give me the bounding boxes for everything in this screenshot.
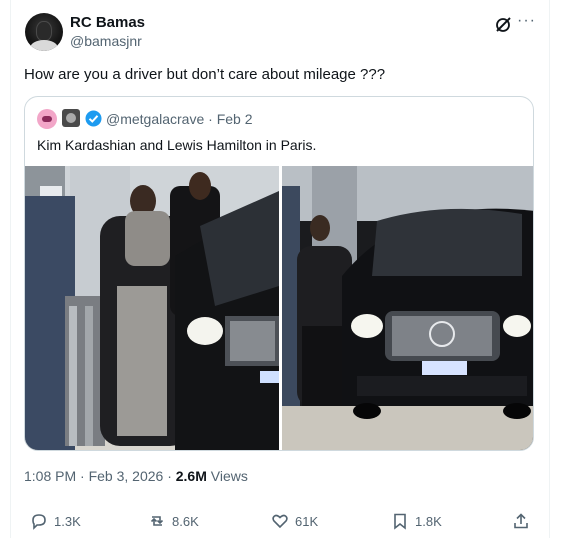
views-label: Views — [206, 468, 248, 484]
avatar-face — [36, 21, 52, 41]
bookmark-count: 1.8K — [415, 513, 442, 529]
more-icon[interactable]: ··· — [517, 12, 536, 30]
repost-button[interactable]: 8.6K — [148, 512, 199, 530]
bookmark-icon — [394, 513, 406, 530]
share-button[interactable] — [512, 512, 530, 530]
photo-left[interactable] — [25, 166, 279, 451]
post-meta: 1:08 PM · Feb 3, 2026 · 2.6M Views — [24, 468, 248, 484]
share-icon — [514, 513, 528, 529]
quoted-avatar-icon[interactable] — [37, 109, 57, 129]
camera-icon — [62, 109, 80, 127]
author-avatar[interactable] — [25, 13, 63, 51]
bookmark-button[interactable]: 1.8K — [391, 512, 442, 530]
reply-button[interactable]: 1.3K — [30, 512, 81, 530]
photo-right[interactable] — [282, 166, 534, 451]
quoted-text: Kim Kardashian and Lewis Hamilton in Par… — [37, 137, 317, 153]
like-button[interactable]: 61K — [271, 512, 318, 530]
views-count: 2.6M — [175, 468, 207, 484]
author-name[interactable]: RC Bamas — [70, 14, 145, 31]
verified-icon — [85, 110, 102, 127]
repost-icon — [150, 516, 164, 526]
author-handle[interactable]: @bamasjnr — [70, 33, 142, 49]
grok-icon[interactable] — [494, 16, 512, 34]
tweet-text: How are you a driver but don’t care abou… — [24, 66, 386, 83]
avatar-shoulder — [30, 40, 58, 51]
reply-count: 1.3K — [54, 513, 81, 529]
repost-count: 8.6K — [172, 513, 199, 529]
quoted-post[interactable]: @metgalacrave · Feb 2 Kim Kardashian and… — [24, 96, 534, 451]
post-timestamp[interactable]: 1:08 PM · Feb 3, 2026 · — [24, 468, 176, 484]
reply-icon — [32, 514, 46, 530]
quoted-handle-date[interactable]: @metgalacrave · Feb 2 — [106, 111, 253, 127]
like-icon — [272, 514, 288, 529]
like-count: 61K — [295, 513, 319, 529]
frame-left-border — [10, 0, 11, 538]
frame-right-border — [549, 0, 550, 538]
